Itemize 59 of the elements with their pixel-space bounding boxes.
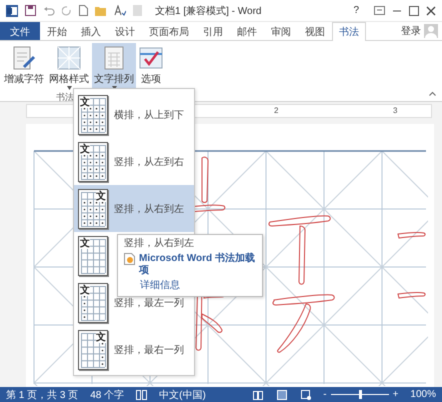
text-arrangement-icon <box>104 45 124 71</box>
ribbon-tab[interactable]: 文件 <box>0 22 40 40</box>
close-icon[interactable] <box>426 6 436 16</box>
window-title: 文档1 [兼容模式] - Word <box>155 4 262 18</box>
web-layout-icon[interactable] <box>301 390 312 400</box>
ruler-number: 3 <box>393 106 398 115</box>
preview-glyph: 文 <box>96 190 106 202</box>
ribbon-button[interactable]: 网格样式 <box>47 43 91 91</box>
zoom-thumb[interactable] <box>358 390 362 399</box>
preview-glyph: 文 <box>80 96 90 108</box>
more-info-link[interactable]: 详细信息 <box>124 280 256 292</box>
word-logo-icon[interactable] <box>6 4 18 16</box>
caret-icon <box>66 86 72 90</box>
save-icon[interactable] <box>25 5 36 16</box>
ribbon-tab[interactable]: 插入 <box>74 22 108 40</box>
ruler-number: 2 <box>274 106 278 115</box>
preview-glyph: 文 <box>80 144 90 154</box>
preview-glyph: 文 <box>96 332 106 342</box>
add-in-name: Microsoft Word 书法加载项 <box>139 253 256 277</box>
spelling-icon[interactable] <box>114 5 126 16</box>
zoom-in-button[interactable]: + <box>392 389 398 400</box>
page-count[interactable]: 第 1 页，共 3 页 <box>6 388 78 402</box>
language-status[interactable]: 中文(中国) <box>159 388 206 402</box>
read-mode-icon[interactable] <box>253 390 264 400</box>
add-in-icon <box>124 253 135 265</box>
ribbon-tab[interactable]: 开始 <box>40 22 74 40</box>
new-document-icon[interactable] <box>79 5 88 16</box>
word-count[interactable]: 48 个字 <box>90 388 124 402</box>
group-label: 书法 <box>56 91 74 104</box>
maximize-icon[interactable] <box>409 6 419 16</box>
ribbon-tab[interactable]: 邮件 <box>230 22 264 40</box>
sign-in-link[interactable]: 登录 <box>401 24 421 38</box>
preview-glyph: 文 <box>80 238 90 248</box>
edit-characters-icon <box>12 45 36 71</box>
proofing-icon[interactable] <box>136 390 148 400</box>
ribbon-button[interactable]: 文字排列 <box>92 43 136 91</box>
ribbon-display-icon[interactable] <box>374 6 385 15</box>
preview-glyph: 文 <box>80 284 90 296</box>
undo-icon[interactable] <box>43 6 55 16</box>
zoom-level[interactable]: 100% <box>410 389 436 400</box>
collapse-icon[interactable] <box>429 91 436 96</box>
menu-item[interactable]: 文 <box>74 232 112 279</box>
ribbon-button[interactable]: 增减字符 <box>2 43 46 91</box>
ribbon-tab[interactable]: 审阅 <box>264 22 298 40</box>
ribbon-tab[interactable]: 设计 <box>108 22 142 40</box>
ribbon-tab[interactable]: 书法 <box>332 22 366 41</box>
menu-item[interactable]: 文 竖排，从右到左 <box>74 185 194 232</box>
ribbon-tab[interactable]: 引用 <box>196 22 230 40</box>
grid-style-icon <box>57 45 81 71</box>
tooltip-title: 竖排，从右到左 <box>124 238 195 250</box>
options-icon <box>139 45 163 71</box>
ribbon-tab[interactable]: 页面布局 <box>142 22 196 40</box>
help-button[interactable]: ? <box>353 5 359 16</box>
menu-item[interactable]: 文 竖排，从左到右 <box>74 138 194 185</box>
ribbon-tab[interactable]: 视图 <box>298 22 332 40</box>
menu-item[interactable]: 文 竖排，最右一列 <box>74 326 194 373</box>
menu-item[interactable]: 文 横排，从上到下 <box>74 91 194 138</box>
zoom-out-button[interactable]: - <box>323 389 327 400</box>
print-layout-icon[interactable] <box>277 390 288 400</box>
